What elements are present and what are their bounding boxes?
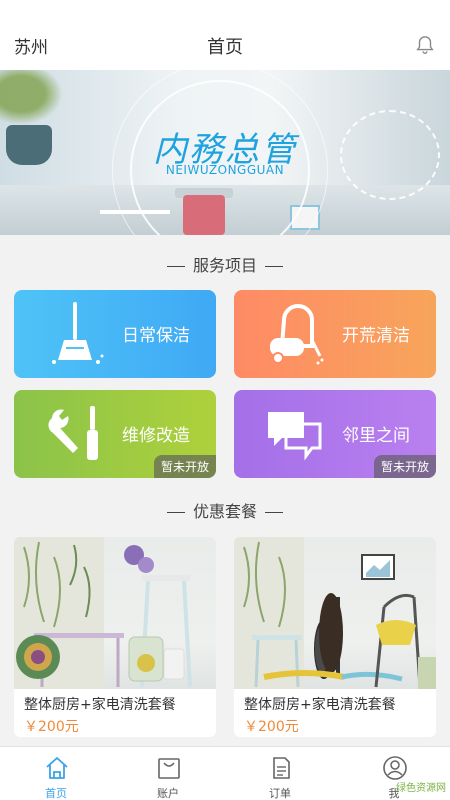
broom-icon	[52, 302, 104, 364]
services-section-title: 服务项目	[0, 252, 450, 276]
package-price: ￥200元	[24, 719, 79, 735]
top-bar: 苏州 首页	[0, 0, 450, 70]
packages-section-title: 优惠套餐	[0, 498, 450, 522]
bottom-tab-bar: 首页 账户 订单 我 绿色资源网	[0, 746, 450, 800]
not-open-badge: 暂未开放	[153, 455, 216, 478]
wrench-screwdriver-icon	[48, 406, 98, 460]
service-label: 邻里之间	[342, 426, 410, 446]
bag-icon	[158, 758, 180, 779]
service-card-repair[interactable]: 维修改造 暂未开放	[14, 390, 216, 478]
package-name: 整体厨房+家电清洗套餐	[24, 697, 176, 713]
bell-icon[interactable]	[414, 34, 436, 56]
watermark: 绿色资源网	[396, 783, 446, 794]
tab-home[interactable]: 首页	[0, 747, 112, 800]
package-card[interactable]: 整体厨房+家电清洗套餐 ￥200元	[234, 537, 436, 737]
document-icon	[273, 757, 290, 779]
package-image	[14, 537, 216, 689]
tab-account[interactable]: 账户	[112, 747, 224, 800]
service-card-deep-cleaning[interactable]: 开荒清洁	[234, 290, 436, 378]
chat-bubbles-icon	[268, 412, 322, 461]
service-label: 开荒清洁	[342, 326, 410, 346]
tab-label: 订单	[269, 787, 291, 800]
service-card-daily-cleaning[interactable]: 日常保洁	[14, 290, 216, 378]
service-label: 维修改造	[122, 426, 190, 446]
user-icon	[383, 756, 407, 780]
package-price: ￥200元	[244, 719, 299, 735]
plant-leaves	[0, 70, 70, 130]
tab-orders[interactable]: 订单	[224, 747, 336, 800]
banner-carousel[interactable]: 内務总管 NEIWUZONGGUAN	[0, 70, 450, 235]
package-name: 整体厨房+家电清洗套餐	[244, 697, 396, 713]
brand-logo-en: NEIWUZONGGUAN	[165, 163, 285, 177]
service-label: 日常保洁	[122, 326, 190, 346]
tab-label: 首页	[45, 787, 67, 800]
service-card-neighbors[interactable]: 邻里之间 暂未开放	[234, 390, 436, 478]
package-image	[234, 537, 436, 689]
page-title: 首页	[207, 37, 243, 58]
vacuum-icon	[270, 304, 324, 365]
package-card[interactable]: 整体厨房+家电清洗套餐 ￥200元	[14, 537, 216, 737]
not-open-badge: 暂未开放	[373, 455, 436, 478]
tab-label: 账户	[157, 787, 179, 800]
home-icon	[46, 757, 68, 779]
